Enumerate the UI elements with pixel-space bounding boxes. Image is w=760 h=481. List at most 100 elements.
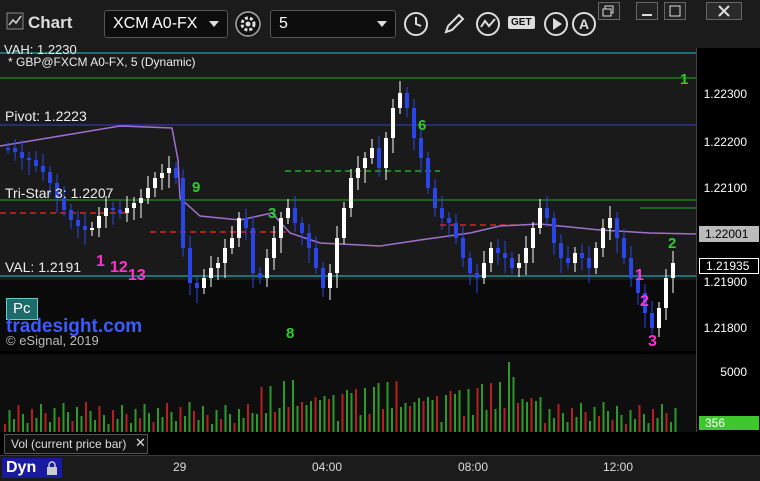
candle-body (552, 218, 556, 243)
volume-bar (359, 415, 362, 432)
volume-bar (332, 395, 335, 432)
counter-label: 3 (648, 333, 657, 350)
close-icon[interactable]: ✕ (135, 435, 146, 451)
volume-bar (274, 412, 276, 432)
volume-bar (71, 421, 74, 432)
volume-bar (67, 412, 69, 432)
volume-study-tab[interactable]: Vol (current price bar) ✕ (4, 434, 148, 454)
volume-tick: 5000 (720, 365, 747, 379)
symbol-dropdown[interactable]: XCM A0-FX (104, 10, 228, 38)
candle-body (510, 258, 514, 268)
volume-bar (238, 409, 240, 432)
volume-bar (494, 409, 497, 432)
volume-bar (121, 405, 123, 432)
restore-window-button[interactable] (598, 2, 620, 20)
candle-body (202, 278, 206, 288)
candle-body (580, 253, 584, 258)
chart-icon[interactable] (6, 12, 24, 30)
lock-icon (47, 461, 57, 475)
candle-body (293, 208, 297, 223)
volume-bar (341, 394, 344, 432)
candle-body (216, 263, 220, 268)
candle-body (321, 268, 325, 288)
candle-body (153, 178, 157, 188)
volume-bar (638, 405, 641, 432)
alert-icon[interactable]: A (570, 10, 598, 38)
dyn-button[interactable]: Dyn (2, 458, 62, 478)
candle-body (587, 258, 591, 268)
counter-label: 2 (640, 293, 649, 310)
volume-bar (251, 413, 254, 432)
volume-bar (53, 408, 56, 432)
candle-body (545, 208, 549, 218)
volume-bar (544, 423, 546, 432)
counter-label: 6 (418, 117, 426, 134)
price-axis[interactable]: 1.22300 1.22200 1.22100 1.22001 1.21935 … (696, 48, 760, 432)
volume-bar (634, 419, 636, 432)
volume-bar (670, 422, 672, 432)
volume-bar (472, 415, 474, 432)
volume-bar (652, 409, 654, 432)
trend-icon[interactable] (474, 10, 502, 38)
close-window-button[interactable] (706, 2, 742, 20)
volume-bar (292, 380, 294, 432)
candle-body (412, 108, 416, 138)
minimize-window-button[interactable] (636, 2, 658, 20)
volume-bar (598, 416, 600, 432)
pencil-icon[interactable] (440, 10, 468, 38)
volume-bar (31, 409, 33, 432)
volume-bar (611, 420, 614, 432)
volume-bar (665, 413, 668, 432)
candle-body (125, 208, 129, 213)
candle-body (615, 218, 619, 238)
volume-bar (620, 415, 623, 432)
get-icon[interactable]: GET (508, 10, 538, 38)
volume-bar (377, 383, 380, 432)
candle-body (454, 223, 458, 238)
candle-body (384, 138, 388, 168)
counter-label: 13 (128, 267, 146, 284)
candle-body (20, 152, 24, 158)
candle-body (629, 258, 633, 278)
candle-body (307, 233, 311, 248)
volume-bar (175, 421, 177, 432)
volume-bar (220, 419, 222, 432)
volume-bar (395, 381, 398, 432)
candle-body (244, 218, 248, 228)
candle-body (489, 248, 493, 263)
maximize-window-button[interactable] (664, 2, 686, 20)
volume-bar (260, 387, 263, 432)
candle-body (76, 220, 80, 226)
candle-body (146, 188, 150, 198)
volume-bar (368, 414, 371, 432)
interval-dropdown[interactable]: 5 (270, 10, 396, 38)
play-icon[interactable] (542, 10, 570, 38)
settings-gear-icon[interactable] (234, 10, 262, 38)
volume-bar (467, 389, 470, 432)
candle-body (398, 93, 402, 108)
volume-bar (211, 424, 213, 432)
candle-body (391, 108, 395, 138)
candle-body (356, 168, 360, 178)
counter-label: 12 (110, 259, 128, 276)
volume-bar (418, 398, 420, 432)
candle-body (559, 243, 563, 258)
volume-bar (269, 386, 272, 432)
counter-label: 1 (635, 267, 644, 284)
volume-bar (278, 408, 281, 432)
volume-bar (184, 416, 186, 432)
volume-bar (116, 419, 119, 432)
volume-pane[interactable]: Vol (current price bar) ✕ (0, 354, 696, 454)
price-pane[interactable]: 1 12 13 1 2 3 1 9 8 6 3 2 VAH: 1.2230 * GBP@FXCM A0… (0, 42, 696, 351)
volume-bar (8, 410, 11, 432)
clock-icon[interactable] (402, 10, 430, 38)
time-axis[interactable]: Dyn (0, 455, 760, 481)
volume-bar (296, 406, 299, 432)
volume-bar (409, 406, 411, 432)
volume-bar (323, 396, 326, 432)
candle-body (608, 218, 612, 228)
val-label: VAL: 1.2191 (5, 259, 82, 275)
candle-body (258, 273, 262, 278)
last-price-value: 1.21935 (706, 259, 750, 273)
volume-bar (85, 402, 87, 432)
